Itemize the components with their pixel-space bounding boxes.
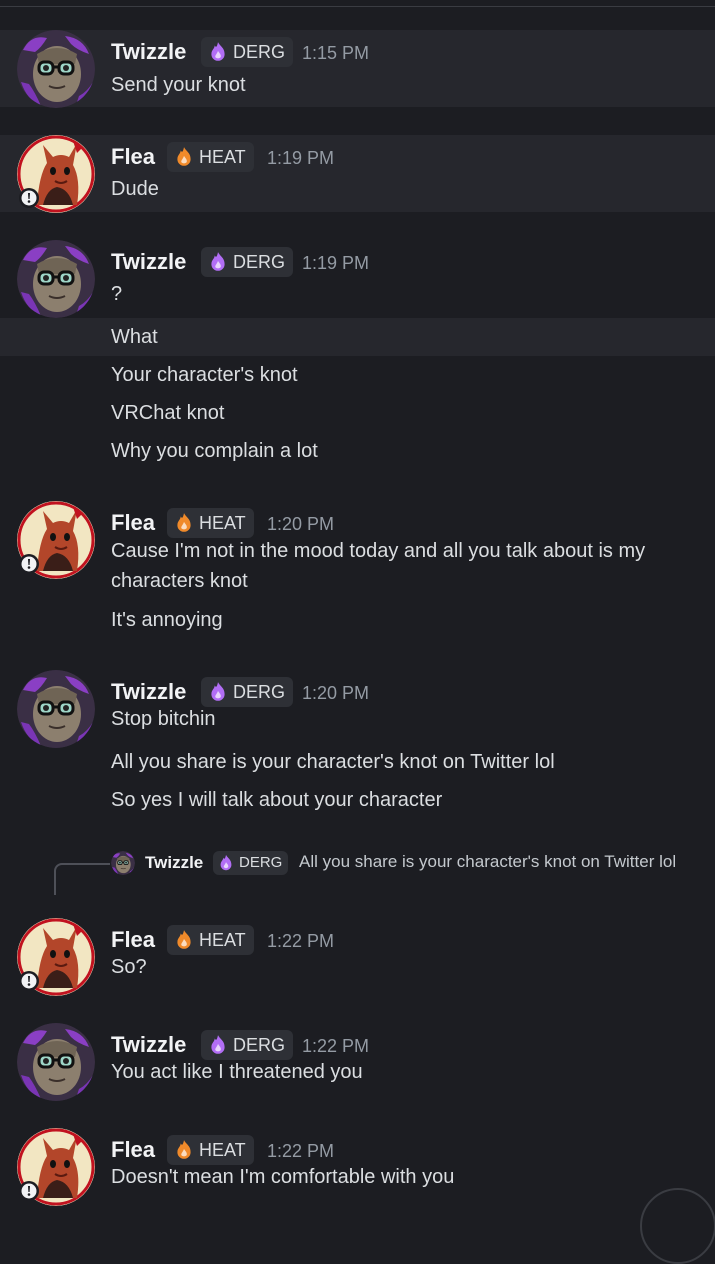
message-text: So? — [111, 956, 147, 978]
role-tag[interactable]: DERG — [201, 37, 294, 67]
flea-avatar[interactable] — [17, 1128, 95, 1206]
flea-avatar[interactable] — [17, 918, 95, 996]
role-tag-label: DERG — [233, 1035, 286, 1055]
top-divider — [0, 6, 715, 7]
twizzle-avatar[interactable] — [17, 1023, 95, 1101]
message-text: Send your knot — [111, 74, 246, 96]
role-tag[interactable]: HEAT — [167, 508, 254, 538]
scroll-to-bottom-button[interactable] — [640, 1188, 715, 1264]
message-text: Stop bitchin — [111, 708, 216, 730]
timestamp[interactable]: 1:20 PM — [302, 680, 369, 706]
twizzle-avatar[interactable] — [17, 240, 95, 318]
message-author[interactable]: Twizzle — [111, 1032, 186, 1058]
message-hover-highlight — [0, 318, 715, 356]
timestamp[interactable]: 1:19 PM — [302, 250, 369, 276]
message-text: Dude — [111, 178, 159, 200]
message-text: You act like I threatened you — [111, 1061, 363, 1083]
role-tag-label: DERG — [233, 42, 286, 62]
message-text: So yes I will talk about your character — [111, 789, 443, 811]
flea-avatar[interactable] — [17, 135, 95, 213]
message-hover-highlight — [0, 135, 715, 212]
twizzle-avatar[interactable] — [17, 670, 95, 748]
timestamp[interactable]: 1:19 PM — [267, 145, 334, 171]
message-author[interactable]: Twizzle — [111, 679, 186, 705]
role-tag[interactable]: DERG — [201, 677, 294, 707]
reply-connector — [54, 863, 110, 895]
role-tag-label: HEAT — [199, 147, 246, 167]
role-tag[interactable]: HEAT — [167, 1135, 254, 1165]
role-tag-label: HEAT — [199, 930, 246, 950]
message-text: What — [111, 326, 158, 348]
role-tag[interactable]: DERG — [201, 247, 294, 277]
message-author[interactable]: Twizzle — [111, 249, 186, 275]
message-author[interactable]: Flea — [111, 144, 155, 170]
message-text: Why you complain a lot — [111, 440, 318, 462]
message-text: VRChat knot — [111, 402, 225, 424]
role-tag-label: HEAT — [199, 1140, 246, 1160]
message-text: It's annoying — [111, 609, 223, 631]
reply-text[interactable]: All you share is your character's knot o… — [111, 848, 701, 875]
role-tag[interactable]: HEAT — [167, 142, 254, 172]
role-tag-label: DERG — [233, 682, 286, 702]
timestamp[interactable]: 1:20 PM — [267, 511, 334, 537]
message-author[interactable]: Flea — [111, 510, 155, 536]
message-author[interactable]: Twizzle — [111, 39, 186, 65]
timestamp[interactable]: 1:22 PM — [302, 1033, 369, 1059]
flea-avatar[interactable] — [17, 501, 95, 579]
timestamp[interactable]: 1:22 PM — [267, 1138, 334, 1164]
twizzle-avatar[interactable] — [17, 30, 95, 108]
role-tag[interactable]: DERG — [201, 1030, 294, 1060]
timestamp[interactable]: 1:15 PM — [302, 40, 369, 66]
message-text: Cause I'm not in the mood today and all … — [111, 540, 646, 592]
message-text: Your character's knot — [111, 364, 298, 386]
message-text: ? — [111, 283, 123, 305]
timestamp[interactable]: 1:22 PM — [267, 928, 334, 954]
role-tag[interactable]: HEAT — [167, 925, 254, 955]
message-text: Doesn't mean I'm comfortable with you — [111, 1166, 455, 1188]
message-text: All you share is your character's knot o… — [111, 751, 555, 773]
role-tag-label: DERG — [233, 252, 286, 272]
message-author[interactable]: Flea — [111, 1137, 155, 1163]
message-author[interactable]: Flea — [111, 927, 155, 953]
role-tag-label: HEAT — [199, 513, 246, 533]
